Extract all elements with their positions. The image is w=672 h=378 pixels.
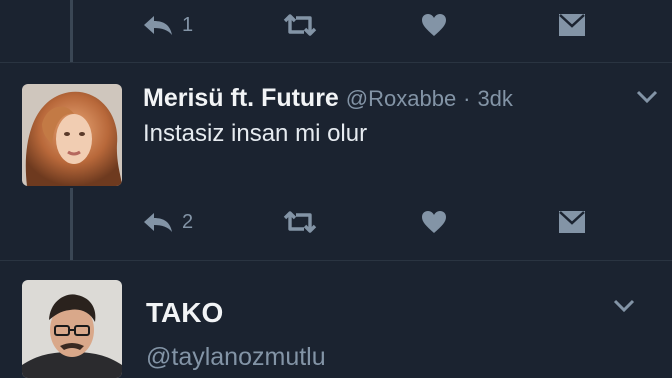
handle[interactable]: @Roxabbe	[346, 86, 456, 111]
retweet-button[interactable]	[282, 5, 318, 45]
avatar[interactable]	[22, 280, 122, 378]
like-button[interactable]	[421, 202, 447, 242]
envelope-icon	[558, 13, 586, 37]
like-button[interactable]	[421, 5, 447, 45]
divider	[0, 260, 672, 261]
tweet-actions: 2	[0, 202, 672, 242]
dm-button[interactable]	[558, 202, 586, 242]
handle[interactable]: @taylanozmutlu	[146, 343, 326, 372]
heart-icon	[421, 210, 447, 234]
tweet-menu-button[interactable]	[636, 90, 658, 109]
envelope-icon	[558, 210, 586, 234]
retweet-icon	[282, 210, 318, 234]
timestamp[interactable]: 3dk	[477, 86, 512, 111]
tweet-menu-button[interactable]	[613, 299, 635, 318]
display-name[interactable]: TAKO	[146, 297, 223, 329]
display-name[interactable]: Merisü ft. Future	[143, 84, 339, 112]
chevron-down-icon	[636, 90, 658, 108]
reply-count: 1	[182, 13, 194, 36]
retweet-icon	[282, 13, 318, 37]
tweet-author: Merisü ft. Future @Roxabbe · 3dk	[143, 84, 513, 113]
heart-icon	[421, 13, 447, 37]
reply-icon	[142, 14, 174, 36]
separator: ·	[463, 86, 471, 111]
divider	[0, 62, 672, 63]
tweet-text: Instasiz insan mi olur	[143, 120, 368, 147]
reply-count: 2	[182, 210, 194, 233]
retweet-button[interactable]	[282, 202, 318, 242]
chevron-down-icon	[613, 299, 635, 317]
reply-button[interactable]: 1	[142, 5, 193, 45]
dm-button[interactable]	[558, 5, 586, 45]
reply-button[interactable]: 2	[142, 202, 193, 242]
reply-icon	[142, 211, 174, 233]
avatar[interactable]	[22, 84, 122, 186]
tweet-actions-top: 1	[0, 5, 672, 45]
